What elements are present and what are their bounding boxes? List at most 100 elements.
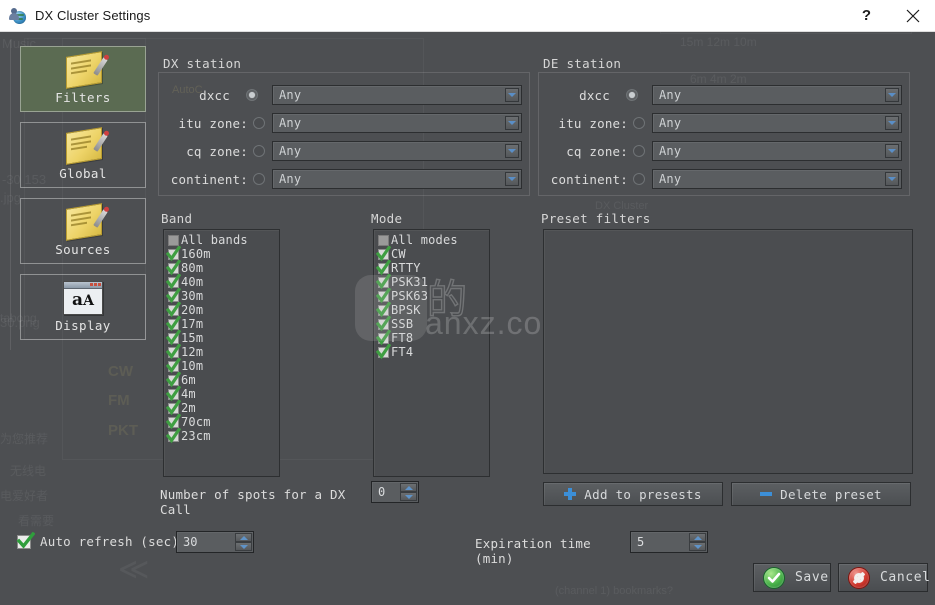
chevron-down-icon[interactable]	[505, 116, 519, 130]
ghost-artifact: 电爱好者	[0, 489, 49, 503]
sidebar-item-display[interactable]: aA Display	[20, 274, 146, 340]
close-icon[interactable]	[890, 0, 935, 31]
band-item[interactable]: 80m	[164, 259, 279, 275]
dx-continent-radio[interactable]	[253, 173, 265, 185]
dx-itu-label: itu zone:	[178, 116, 248, 131]
mode-listbox[interactable]: All modes CW RTTY PSK31 PSK63 BPSK SSB FT8 FT4	[373, 229, 490, 477]
band-listbox[interactable]: All bands 160m 80m 40m 30m 20m 17m 15m 12m 10m 6m 4…	[163, 229, 280, 477]
mode-item[interactable]: CW	[374, 245, 489, 261]
auto-refresh-decrement-button[interactable]	[235, 542, 252, 551]
sidebar-item-global[interactable]: Global	[20, 122, 146, 188]
auto-refresh-row[interactable]: Auto refresh (sec)	[16, 532, 180, 550]
presets-title: Preset filters	[541, 211, 651, 226]
de-dxcc-label: dxcc	[579, 88, 610, 103]
de-dxcc-combo[interactable]: Any	[652, 85, 902, 105]
band-item[interactable]: 20m	[164, 301, 279, 317]
dx-itu-combo[interactable]: Any	[272, 113, 522, 133]
presets-listbox[interactable]	[543, 229, 913, 474]
band-item[interactable]: 160m	[164, 245, 279, 261]
band-item[interactable]: 30m	[164, 287, 279, 303]
chevron-down-icon[interactable]	[885, 116, 899, 130]
band-item-label: 40m	[181, 275, 204, 289]
de-cq-value: Any	[659, 144, 682, 158]
chevron-down-icon[interactable]	[885, 144, 899, 158]
spots-increment-button[interactable]	[400, 483, 417, 492]
mode-item[interactable]: FT4	[374, 343, 489, 359]
expiration-increment-button[interactable]	[689, 533, 706, 542]
dx-cq-radio[interactable]	[253, 145, 265, 157]
auto-refresh-stepper[interactable]: 30	[176, 531, 254, 553]
dx-dxcc-combo[interactable]: Any	[272, 85, 522, 105]
band-item-label: 80m	[181, 261, 204, 275]
de-continent-radio[interactable]	[633, 173, 645, 185]
delete-preset-label: Delete preset	[780, 486, 882, 502]
expiration-value: 5	[637, 535, 645, 549]
notepad-icon	[62, 203, 108, 241]
de-itu-combo[interactable]: Any	[652, 113, 902, 133]
expiration-stepper[interactable]: 5	[630, 531, 708, 553]
auto-refresh-increment-button[interactable]	[235, 533, 252, 542]
dx-cluster-settings-window: Music -30 153 .jpg 30.png tabong CW FM P…	[0, 0, 935, 605]
de-itu-radio[interactable]	[633, 117, 645, 129]
sidebar-item-filters[interactable]: Filters	[20, 46, 146, 112]
auto-refresh-label: Auto refresh (sec)	[40, 534, 180, 549]
dx-dxcc-value: Any	[279, 88, 302, 102]
help-button[interactable]: ?	[844, 0, 889, 31]
de-station-title: DE station	[543, 56, 622, 71]
mode-item-label: PSK31	[391, 275, 429, 289]
auto-refresh-checkbox[interactable]	[16, 532, 35, 550]
de-cq-label: cq zone:	[566, 144, 628, 159]
plus-icon	[564, 488, 577, 500]
band-item[interactable]: 10m	[164, 357, 279, 373]
add-to-presets-button[interactable]: Add to presests	[543, 482, 723, 506]
spots-decrement-button[interactable]	[400, 492, 417, 501]
de-cq-radio[interactable]	[633, 145, 645, 157]
band-item[interactable]: 40m	[164, 273, 279, 289]
checkbox-checked-icon[interactable]	[166, 427, 181, 443]
band-item[interactable]: 12m	[164, 343, 279, 359]
band-item-label: 17m	[181, 317, 204, 331]
band-item[interactable]: 17m	[164, 315, 279, 331]
band-item[interactable]: 15m	[164, 329, 279, 345]
mode-item[interactable]: RTTY	[374, 259, 489, 275]
chevron-down-icon[interactable]	[505, 88, 519, 102]
spots-label: Number of spots for a DX Call	[160, 487, 346, 517]
spots-stepper-buttons[interactable]	[400, 483, 417, 501]
dx-continent-label: continent:	[170, 172, 248, 187]
band-item[interactable]: 4m	[164, 385, 279, 401]
chevron-down-icon[interactable]	[885, 172, 899, 186]
de-cq-combo[interactable]: Any	[652, 141, 902, 161]
mode-item[interactable]: SSB	[374, 315, 489, 331]
ghost-artifact: FM	[108, 392, 130, 409]
chevron-down-icon[interactable]	[885, 88, 899, 102]
chevron-down-icon[interactable]	[505, 144, 519, 158]
app-globe-person-icon	[9, 7, 26, 24]
mode-item[interactable]: All modes	[374, 233, 489, 247]
auto-refresh-stepper-buttons[interactable]	[235, 533, 252, 551]
mode-item[interactable]: FT8	[374, 329, 489, 345]
dx-cq-combo[interactable]: Any	[272, 141, 522, 161]
title-bar: DX Cluster Settings ?	[0, 0, 935, 32]
dx-continent-combo[interactable]: Any	[272, 169, 522, 189]
expiration-decrement-button[interactable]	[689, 542, 706, 551]
de-continent-combo[interactable]: Any	[652, 169, 902, 189]
band-item[interactable]: 6m	[164, 371, 279, 387]
expiration-stepper-buttons[interactable]	[689, 533, 706, 551]
band-item[interactable]: 2m	[164, 399, 279, 415]
spots-stepper[interactable]: 0	[371, 481, 419, 503]
save-button[interactable]: Save	[753, 563, 831, 592]
chevron-down-icon[interactable]	[505, 172, 519, 186]
sidebar-item-sources[interactable]: Sources	[20, 198, 146, 264]
dx-dxcc-radio[interactable]	[246, 89, 258, 101]
band-item[interactable]: 23cm	[164, 427, 279, 443]
de-dxcc-radio[interactable]	[626, 89, 638, 101]
dx-itu-radio[interactable]	[253, 117, 265, 129]
mode-item[interactable]: BPSK	[374, 301, 489, 317]
checkbox-checked-icon[interactable]	[376, 343, 391, 359]
mode-item[interactable]: PSK31	[374, 273, 489, 289]
mode-item[interactable]: PSK63	[374, 287, 489, 303]
band-item[interactable]: All bands	[164, 233, 279, 247]
cancel-button[interactable]: Cancel	[838, 563, 930, 592]
band-item[interactable]: 70cm	[164, 413, 279, 429]
delete-preset-button[interactable]: Delete preset	[731, 482, 911, 506]
